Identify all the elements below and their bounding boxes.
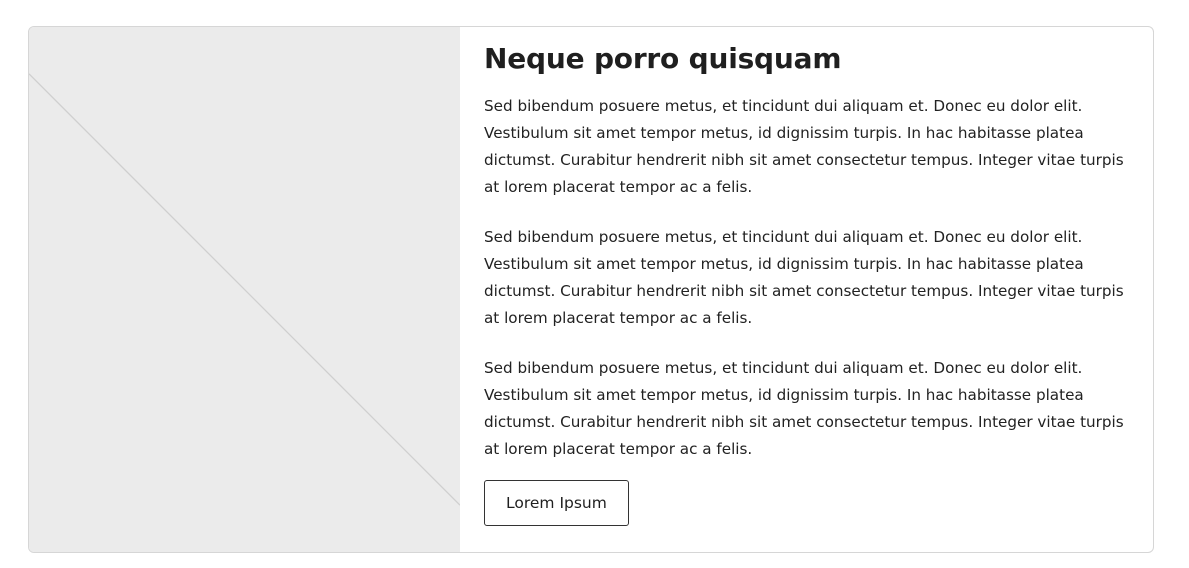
- card-paragraph: Sed bibendum posuere metus, et tincidunt…: [484, 97, 1124, 196]
- lorem-ipsum-button[interactable]: Lorem Ipsum: [484, 480, 629, 526]
- placeholder-diagonal-line: [29, 73, 460, 506]
- card-body: Neque porro quisquam Sed bibendum posuer…: [460, 27, 1153, 552]
- card-paragraph: Sed bibendum posuere metus, et tincidunt…: [484, 359, 1124, 458]
- card-title: Neque porro quisquam: [484, 42, 842, 75]
- content-card: Neque porro quisquam Sed bibendum posuer…: [28, 26, 1154, 553]
- card-paragraph: Sed bibendum posuere metus, et tincidunt…: [484, 228, 1124, 327]
- image-placeholder: [29, 27, 460, 552]
